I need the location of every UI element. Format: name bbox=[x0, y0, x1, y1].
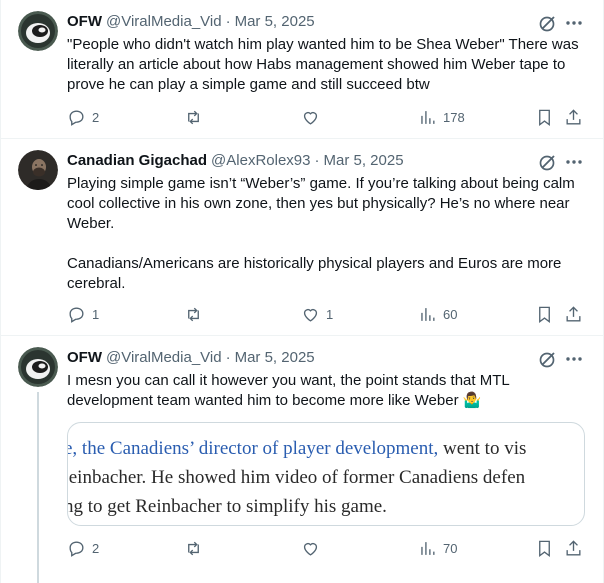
reply-count: 2 bbox=[92, 109, 100, 125]
user-avatar-photo bbox=[18, 150, 58, 190]
bookmark-button[interactable] bbox=[535, 105, 554, 129]
like-button[interactable]: 1 bbox=[301, 302, 333, 326]
view-count: 178 bbox=[443, 109, 465, 125]
views-button[interactable]: 178 bbox=[418, 105, 465, 129]
image-text-line: e, the Canadiens’ director of player dev… bbox=[67, 438, 527, 460]
views-icon bbox=[421, 307, 435, 321]
display-name[interactable]: Canadian Gigachad bbox=[67, 151, 207, 171]
image-attachment[interactable]: e, the Canadiens’ director of player dev… bbox=[67, 422, 585, 526]
ofw-avatar-logo bbox=[18, 11, 58, 51]
like-icon bbox=[303, 542, 318, 556]
reply-button[interactable]: 2 bbox=[67, 105, 99, 129]
user-handle[interactable]: @ViralMedia_Vid bbox=[106, 12, 222, 32]
timestamp[interactable]: Mar 5, 2025 bbox=[235, 348, 315, 368]
tweet-text: I mesn you can call it however you want,… bbox=[67, 372, 514, 409]
tweet-header: Canadian Gigachad @AlexRolex93 · Mar 5, … bbox=[67, 151, 584, 171]
repost-button[interactable] bbox=[184, 105, 209, 129]
like-button[interactable] bbox=[301, 105, 326, 129]
share-button[interactable] bbox=[564, 105, 583, 129]
tweet-text: "People who didn't watch him play wanted… bbox=[67, 36, 583, 93]
action-bar: 1 1 60 bbox=[62, 302, 584, 326]
like-icon bbox=[303, 308, 318, 322]
timestamp[interactable]: Mar 5, 2025 bbox=[235, 12, 315, 32]
image-text-line: .einbacher. He showed him video of forme… bbox=[67, 467, 526, 488]
grok-icon[interactable] bbox=[538, 152, 558, 172]
reply-icon bbox=[69, 540, 84, 557]
image-text-rest: went to vis bbox=[438, 438, 527, 459]
tweet-header: OFW @ViralMedia_Vid · Mar 5, 2025 bbox=[67, 12, 584, 32]
display-name[interactable]: OFW bbox=[67, 12, 102, 32]
separator: · bbox=[314, 152, 320, 169]
more-icon[interactable] bbox=[564, 13, 584, 33]
more-icon[interactable] bbox=[564, 152, 584, 172]
reply-button[interactable]: 2 bbox=[67, 536, 99, 560]
avatar[interactable] bbox=[18, 150, 58, 190]
display-name[interactable]: OFW bbox=[67, 348, 102, 368]
bookmark-icon bbox=[539, 540, 550, 557]
like-count: 1 bbox=[326, 306, 334, 322]
bookmark-icon bbox=[539, 109, 550, 126]
avatar[interactable] bbox=[18, 347, 58, 387]
action-bar: 2 70 bbox=[62, 536, 584, 560]
image-text-line: ng to get Reinbacher to simplify his gam… bbox=[67, 496, 387, 517]
share-icon bbox=[566, 539, 581, 556]
reply-count: 2 bbox=[92, 540, 100, 556]
repost-icon bbox=[188, 110, 199, 124]
image-text-link: e, the Canadiens’ director of player dev… bbox=[67, 438, 439, 459]
tweet-text: Playing simple game isn’t “Weber’s” game… bbox=[67, 175, 575, 292]
views-icon bbox=[421, 110, 435, 124]
user-handle[interactable]: @AlexRolex93 bbox=[211, 151, 310, 171]
user-handle[interactable]: @ViralMedia_Vid bbox=[106, 348, 222, 368]
views-button[interactable]: 70 bbox=[418, 536, 457, 560]
tweet[interactable]: Canadian Gigachad @AlexRolex93 · Mar 5, … bbox=[0, 139, 604, 336]
views-icon bbox=[421, 541, 435, 555]
reply-button[interactable]: 1 bbox=[67, 302, 99, 326]
views-button[interactable]: 60 bbox=[418, 302, 457, 326]
avatar[interactable] bbox=[18, 11, 58, 51]
bookmark-button[interactable] bbox=[535, 302, 554, 326]
separator: · bbox=[225, 13, 231, 30]
grok-icon[interactable] bbox=[538, 349, 558, 369]
bookmark-icon bbox=[539, 306, 550, 323]
view-count: 60 bbox=[443, 306, 458, 322]
separator: · bbox=[225, 349, 231, 366]
repost-button[interactable] bbox=[184, 302, 209, 326]
reply-icon bbox=[69, 109, 84, 126]
reply-count: 1 bbox=[92, 306, 100, 322]
like-button[interactable] bbox=[301, 536, 326, 560]
like-icon bbox=[303, 111, 318, 125]
tweet[interactable]: OFW @ViralMedia_Vid · Mar 5, 2025 I mesn… bbox=[0, 336, 604, 583]
tweet-header: OFW @ViralMedia_Vid · Mar 5, 2025 bbox=[67, 348, 584, 368]
more-icon[interactable] bbox=[564, 349, 584, 369]
grok-icon[interactable] bbox=[538, 13, 558, 33]
thread-connector-line bbox=[37, 392, 39, 583]
repost-button[interactable] bbox=[184, 536, 209, 560]
share-icon bbox=[566, 108, 581, 125]
reply-icon bbox=[69, 306, 84, 323]
share-button[interactable] bbox=[564, 536, 583, 560]
bookmark-button[interactable] bbox=[535, 536, 554, 560]
ofw-avatar-logo bbox=[18, 347, 58, 387]
view-count: 70 bbox=[443, 540, 458, 556]
share-button[interactable] bbox=[564, 302, 583, 326]
repost-icon bbox=[188, 541, 199, 555]
repost-icon bbox=[188, 307, 199, 321]
share-icon bbox=[566, 305, 581, 322]
tweet[interactable]: OFW @ViralMedia_Vid · Mar 5, 2025 "Peopl… bbox=[0, 0, 604, 139]
timestamp[interactable]: Mar 5, 2025 bbox=[324, 151, 404, 171]
action-bar: 2 178 bbox=[62, 105, 584, 129]
